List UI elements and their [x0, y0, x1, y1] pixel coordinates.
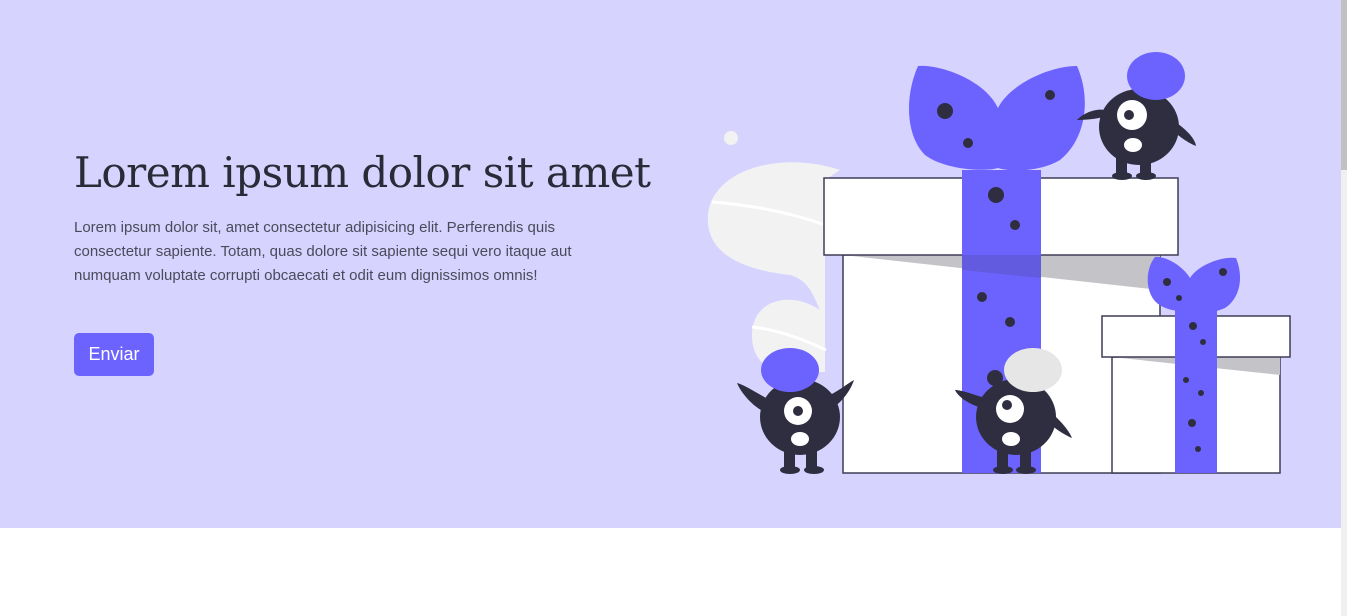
hero-description: Lorem ipsum dolor sit, amet consectetur … — [74, 219, 572, 284]
hero-title: Lorem ipsum dolor sit amet — [74, 148, 651, 197]
background-leaf-shape — [707, 131, 840, 372]
gift-boxes-illustration — [707, 52, 1291, 474]
page-scrollbar[interactable] — [1341, 0, 1347, 616]
hero-section: Lorem ipsum dolor sit amet Lorem ipsum d… — [0, 0, 1341, 528]
monster-bottom-left — [737, 348, 854, 474]
scrollbar-thumb[interactable] — [1341, 0, 1347, 170]
enviar-button[interactable]: Enviar — [74, 333, 154, 376]
monster-top-right — [1077, 52, 1196, 180]
